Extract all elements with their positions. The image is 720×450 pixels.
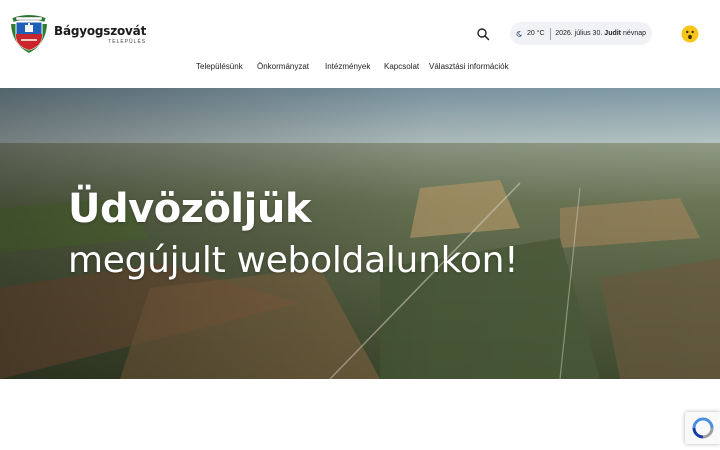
search-icon[interactable] bbox=[476, 27, 490, 41]
nav-item-onkormanyzat[interactable]: Önkormányzat bbox=[257, 62, 309, 71]
weather-date-widget: 20 °C 2026. július 30. Judit névnap bbox=[510, 22, 652, 45]
recaptcha-icon bbox=[692, 417, 713, 439]
coat-of-arms-icon bbox=[11, 15, 47, 53]
nav-item-telepulesunk[interactable]: Településünk bbox=[196, 62, 243, 71]
nav-item-kapcsolat[interactable]: Kapcsolat bbox=[384, 62, 419, 71]
nameday-name: Judit bbox=[604, 30, 622, 37]
hero-subtitle: megújult weboldalunkon! bbox=[68, 240, 519, 281]
site-name: Bágyogszovát bbox=[54, 23, 147, 38]
nav-item-valasztasi-informaciok[interactable]: Választási információk bbox=[429, 62, 509, 71]
main-navigation: Településünk Önkormányzat Intézmények Ka… bbox=[0, 62, 720, 74]
site-subtitle: TELEPÜLÉS bbox=[108, 38, 147, 45]
site-header: Bágyogszovát TELEPÜLÉS 20 °C 2026. júliu… bbox=[0, 0, 720, 88]
temperature: 20 °C bbox=[527, 30, 545, 37]
nav-item-intezmenyek[interactable]: Intézmények bbox=[325, 62, 370, 71]
aerial-landscape-image bbox=[0, 88, 720, 379]
moon-icon bbox=[516, 30, 523, 37]
hero-title: Üdvözöljük bbox=[68, 186, 311, 232]
divider bbox=[549, 27, 551, 40]
recaptcha-badge[interactable] bbox=[685, 412, 720, 444]
date-text: 2026. július 30. bbox=[555, 30, 603, 37]
site-logo[interactable]: Bágyogszovát TELEPÜLÉS bbox=[10, 14, 146, 54]
nameday-label: névnap bbox=[623, 30, 646, 37]
emoji-face-icon[interactable] bbox=[681, 25, 699, 43]
hero-banner: Üdvözöljük megújult weboldalunkon! bbox=[0, 88, 720, 379]
